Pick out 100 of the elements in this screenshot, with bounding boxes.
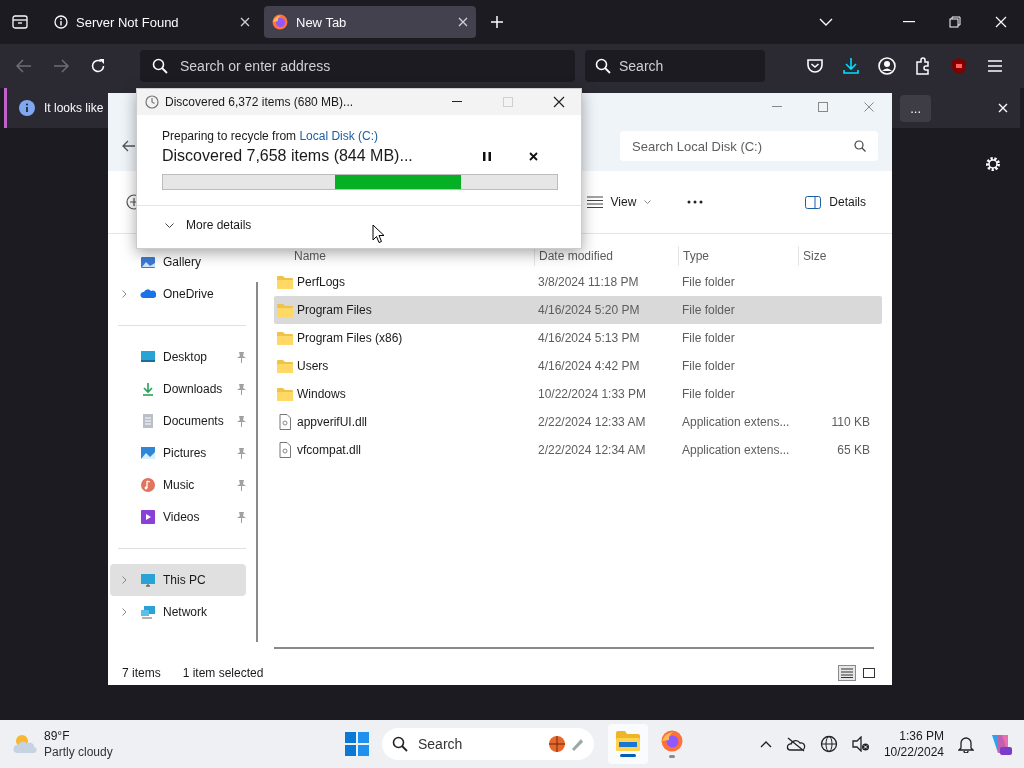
globe-icon[interactable]: [819, 735, 838, 753]
close-icon[interactable]: [552, 96, 565, 108]
basketball-icon: [548, 735, 584, 753]
notification-button[interactable]: ...: [900, 94, 931, 122]
details-pane-icon: [805, 195, 822, 209]
new-tab-icon[interactable]: [490, 15, 504, 29]
restore-icon[interactable]: [949, 16, 961, 28]
speaker-muted-icon[interactable]: [851, 736, 870, 752]
sidebar-item[interactable]: Gallery: [110, 246, 246, 278]
bell-icon[interactable]: [958, 735, 974, 753]
tab-list-icon[interactable]: [12, 15, 28, 29]
tiles-view-icon: [863, 668, 875, 678]
chevron-right-icon[interactable]: [121, 576, 127, 584]
file-row[interactable]: appverifUI.dll 2/22/2024 12:33 AM Application extens... 110 KB: [274, 408, 882, 436]
file-row[interactable]: PerfLogs 3/8/2024 11:18 PM File folder: [274, 268, 882, 296]
file-icon: [277, 442, 293, 458]
sidebar-item[interactable]: Desktop: [110, 341, 246, 373]
pin-icon[interactable]: [236, 383, 246, 395]
sidebar-item[interactable]: This PC: [110, 564, 246, 596]
notification-text: It looks like: [44, 101, 104, 115]
date-cell-text: 4/16/2024 5:13 PM: [537, 331, 641, 345]
file-name: Users: [297, 359, 329, 373]
video-icon: [140, 509, 156, 525]
search-icon: [152, 58, 168, 74]
search-icon: [595, 58, 611, 74]
sidebar-item[interactable]: Pictures: [110, 437, 246, 469]
file-row[interactable]: Program Files 4/16/2024 5:20 PM File folder: [274, 296, 882, 324]
maximize-icon[interactable]: [818, 102, 828, 112]
view-mode-button[interactable]: [838, 665, 856, 681]
file-row[interactable]: vfcompat.dll 2/22/2024 12:34 AM Application extens... 65 KB: [274, 436, 882, 464]
sidebar-item[interactable]: Videos: [110, 501, 246, 533]
chevron-right-icon[interactable]: [121, 608, 127, 616]
view-button[interactable]: View: [578, 190, 660, 214]
pin-icon[interactable]: [236, 447, 246, 459]
shield-extension-icon[interactable]: [949, 56, 969, 76]
back-icon[interactable]: [122, 140, 136, 152]
temperature: 89°F: [44, 728, 71, 744]
view-mode-button[interactable]: [860, 665, 878, 681]
account-icon[interactable]: [877, 56, 897, 76]
pause-icon[interactable]: [483, 151, 491, 161]
settings-icon[interactable]: [984, 155, 1002, 173]
file-row[interactable]: Users 4/16/2024 4:42 PM File folder: [274, 352, 882, 380]
search-field[interactable]: Search Local Disk (C:): [620, 131, 878, 161]
date-cell-text: 3/8/2024 11:18 PM: [537, 275, 640, 289]
browser-logo-icon: [272, 14, 288, 30]
clock-time: 1:36 PM: [899, 728, 944, 744]
more-details-button[interactable]: More details: [165, 218, 252, 232]
close-icon[interactable]: [528, 151, 538, 161]
download-icon: [140, 381, 156, 397]
search-field[interactable]: Search: [585, 50, 765, 82]
pin-icon[interactable]: [236, 511, 246, 523]
date-cell-text: 2/22/2024 12:33 AM: [537, 415, 647, 429]
more-icon[interactable]: [687, 200, 704, 204]
reload-icon[interactable]: [89, 58, 106, 74]
cloud-offline-icon[interactable]: [785, 736, 806, 752]
column-header[interactable]: Type: [678, 246, 798, 266]
pointer-icon: [372, 224, 385, 244]
scrollbar[interactable]: [274, 647, 874, 649]
scrollbar[interactable]: [256, 282, 258, 642]
folder-icon: [277, 359, 293, 373]
forward-icon[interactable]: [52, 59, 69, 73]
selection-count: 1 item selected: [182, 666, 264, 680]
chevron-down-icon[interactable]: [819, 18, 833, 26]
info-icon: [19, 100, 35, 116]
clock-date: 10/22/2024: [883, 744, 944, 760]
sidebar-item[interactable]: Network: [110, 596, 246, 628]
taskbar-search[interactable]: Search: [382, 728, 594, 760]
column-header[interactable]: Size: [798, 246, 874, 266]
chevron-up-icon[interactable]: [759, 740, 772, 748]
weather-condition: Partly cloudy: [44, 744, 113, 760]
pin-icon[interactable]: [236, 415, 246, 427]
folder-icon: [616, 731, 640, 751]
sidebar-item[interactable]: OneDrive: [110, 278, 246, 310]
details-button[interactable]: Details: [797, 190, 874, 214]
minimize-icon[interactable]: [903, 21, 915, 23]
start-icon[interactable]: [345, 732, 369, 756]
column-header[interactable]: Name: [274, 246, 534, 266]
chevron-right-icon[interactable]: [121, 290, 127, 298]
sidebar-item[interactable]: Documents: [110, 405, 246, 437]
date-cell-text: 10/22/2024 1:33 PM: [537, 387, 648, 401]
browser-tab[interactable]: New Tab: [264, 6, 476, 38]
browser-tab[interactable]: Server Not Found: [46, 6, 258, 38]
download-icon[interactable]: [841, 56, 861, 76]
sidebar-item[interactable]: Downloads: [110, 373, 246, 405]
back-icon[interactable]: [15, 59, 32, 73]
pin-icon[interactable]: [236, 479, 246, 491]
info-icon: [54, 15, 68, 29]
file-row[interactable]: Program Files (x86) 4/16/2024 5:13 PM File folder: [274, 324, 882, 352]
date-cell-text: 2/22/2024 12:34 AM: [537, 443, 647, 457]
pin-icon[interactable]: [236, 351, 246, 363]
sidebar-item[interactable]: Music: [110, 469, 246, 501]
file-icon: [277, 414, 293, 430]
pocket-icon[interactable]: [805, 56, 825, 76]
search-icon: [392, 736, 408, 752]
address-bar[interactable]: Search or enter address: [140, 50, 575, 82]
taskbar-app[interactable]: [608, 724, 648, 764]
file-row[interactable]: Windows 10/22/2024 1:33 PM File folder: [274, 380, 882, 408]
source-link[interactable]: Local Disk (C:): [299, 129, 379, 143]
minimize-icon[interactable]: [451, 101, 462, 103]
music-icon: [140, 477, 156, 493]
